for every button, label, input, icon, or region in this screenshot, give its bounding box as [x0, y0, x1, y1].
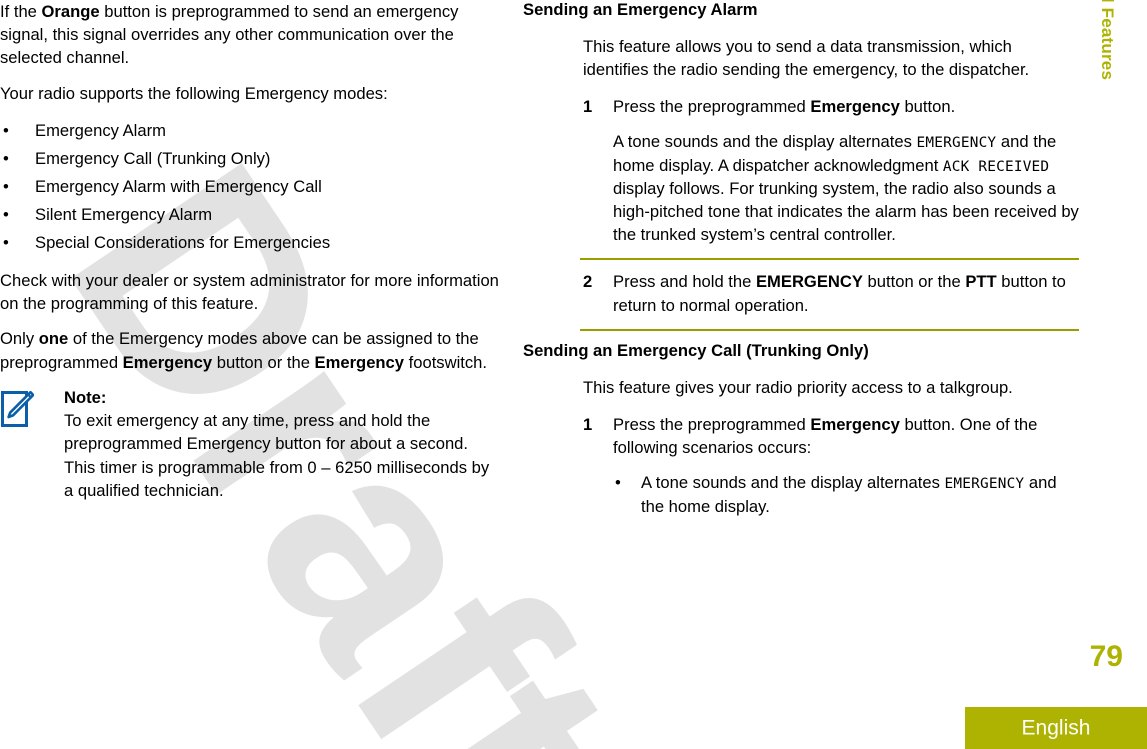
text-fragment: Press and hold the: [613, 272, 756, 292]
side-tab-label: Advanced Features: [1098, 0, 1117, 81]
step-number: 1: [583, 97, 593, 117]
step-number: 2: [583, 272, 593, 292]
emergency-modes-list: • Emergency Alarm • Emergency Call (Trunki…: [0, 117, 500, 257]
bold-one: one: [38, 329, 69, 349]
list-item: • Special Considerations for Emergencies: [0, 229, 500, 257]
note-pencil-icon: [0, 386, 40, 435]
list-item-label: Emergency Alarm with Emergency Call: [35, 176, 322, 196]
text-fragment: button or the: [212, 352, 315, 372]
text-fragment: A tone sounds and the display alternates: [613, 132, 917, 152]
text-fragment: footswitch.: [404, 352, 488, 372]
list-item: • Emergency Alarm: [0, 117, 500, 145]
bold-emergency: EMERGENCY: [755, 272, 863, 292]
bold-emergency: Emergency: [314, 352, 405, 372]
document-page: If the Orange button is preprogrammed to…: [0, 0, 1147, 749]
step-1-section-2: 1 Press the preprogrammed Emergency butto…: [583, 413, 1079, 459]
left-column: If the Orange button is preprogrammed to…: [0, 0, 500, 512]
note-title: Note:: [64, 387, 107, 407]
paragraph-orange-button: If the Orange button is preprogrammed to…: [0, 0, 500, 70]
step-number: 1: [583, 414, 593, 434]
list-item-label: Special Considerations for Emergencies: [35, 233, 331, 252]
text-fragment: Only: [0, 329, 39, 349]
note-callout: Note: To exit emergency at any time, pre…: [0, 386, 500, 502]
list-item: • Emergency Alarm with Emergency Call: [0, 173, 500, 201]
language-label: English: [1021, 716, 1091, 740]
section-heading-sending-emergency-alarm: Sending an Emergency Alarm: [523, 0, 758, 19]
section-1-intro-wrap: This feature allows you to send a data t…: [583, 35, 1079, 81]
paragraph-check-dealer: Check with your dealer or system adminis…: [0, 271, 499, 314]
list-item-label: Emergency Call (Trunking Only): [35, 148, 271, 168]
text-fragment: A tone sounds and the display alternates: [641, 473, 945, 493]
section-heading-sending-emergency-call: Sending an Emergency Call (Trunking Only…: [523, 340, 869, 360]
note-text: To exit emergency at any time, press and…: [64, 411, 490, 500]
bold-ptt: PTT: [965, 272, 997, 292]
text-fragment: button or the: [862, 272, 966, 292]
bold-orange: Orange: [41, 2, 100, 21]
paragraph-supports-modes: Your radio supports the following Emerge…: [0, 83, 388, 103]
bullet-icon: •: [3, 233, 9, 252]
right-column: Sending an Emergency Alarm This feature …: [523, 0, 1079, 530]
step-1-scenario-bullet: • A tone sounds and the display alternate…: [613, 471, 1079, 517]
step-divider-bottom: [580, 328, 1079, 331]
step-divider-top: [580, 258, 1079, 261]
lcd-display-text: EMERGENCY: [944, 476, 1025, 493]
bullet-icon: •: [615, 473, 621, 493]
paragraph-section-2-intro: This feature gives your radio priority a…: [583, 377, 1013, 397]
bold-emergency: Emergency: [810, 97, 900, 117]
bold-emergency: Emergency: [810, 414, 900, 434]
lcd-display-text: EMERGENCY: [916, 135, 997, 152]
paragraph-section-1-intro: This feature allows you to send a data t…: [583, 36, 1030, 79]
list-item: • Emergency Call (Trunking Only): [0, 145, 500, 173]
list-item-label: Emergency Alarm: [35, 120, 166, 140]
step-1-section-1: 1 Press the preprogrammed Emergency butto…: [583, 95, 1079, 118]
bullet-icon: •: [3, 176, 9, 196]
lcd-display-text: ACK RECEIVED: [942, 158, 1050, 175]
text-fragment: button.: [899, 97, 956, 117]
bullet-icon: •: [3, 148, 9, 168]
step-1-detail-section-1: A tone sounds and the display alternates…: [613, 130, 1079, 246]
text-fragment: Press the preprogrammed: [613, 97, 811, 117]
list-item-label: Silent Emergency Alarm: [35, 204, 213, 224]
section-2-intro-wrap: This feature gives your radio priority a…: [583, 376, 1079, 399]
paragraph-only-one-mode: Only one of the Emergency modes above ca…: [0, 327, 500, 373]
language-bar: English: [965, 707, 1147, 749]
text-fragment: If the: [0, 2, 42, 21]
list-item: • Silent Emergency Alarm: [0, 201, 500, 229]
note-body: Note: To exit emergency at any time, pre…: [40, 386, 500, 502]
page-number: 79: [1089, 640, 1123, 673]
side-tab-advanced-features: Advanced Features: [1098, 0, 1147, 260]
bullet-icon: •: [3, 120, 9, 140]
text-fragment: Press the preprogrammed: [613, 414, 811, 434]
bold-emergency: Emergency: [122, 352, 213, 372]
bullet-icon: •: [3, 204, 9, 224]
text-fragment: display follows. For trunking system, th…: [613, 178, 1079, 245]
step-2-section-1: 2 Press and hold the EMERGENCY button or …: [583, 270, 1079, 316]
